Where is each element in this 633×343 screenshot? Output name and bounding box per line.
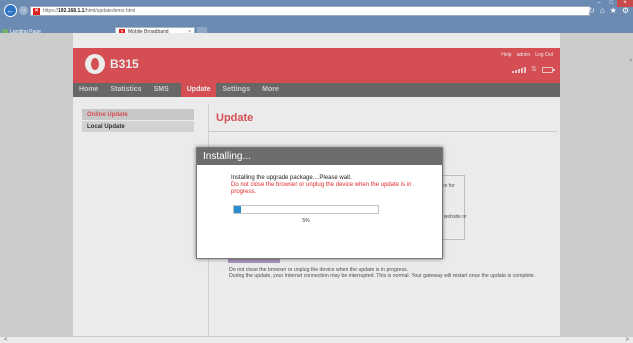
toolbar-icons: ⌕ ↻ ⌂ ★ ⚙ <box>579 6 629 16</box>
scroll-up-arrow[interactable]: ▴ <box>629 57 632 63</box>
address-url: https://192.168.1.1/html/updatedemo.html <box>43 8 135 14</box>
url-host: 192.168.1.1 <box>58 8 85 14</box>
progress-percent: 5% <box>302 218 310 224</box>
refresh-icon[interactable]: ↻ <box>588 6 595 16</box>
scroll-right-arrow[interactable]: > <box>625 337 629 343</box>
forward-button[interactable]: → <box>19 6 28 15</box>
scroll-left-arrow[interactable]: < <box>4 337 8 343</box>
address-bar[interactable]: × https://192.168.1.1/html/updatedemo.ht… <box>30 6 590 16</box>
dialog-warning: Do not close the browser or unplug the d… <box>231 182 412 195</box>
progress-fill <box>234 206 242 213</box>
url-path: /html/updatedemo.html <box>84 8 136 14</box>
dialog-title: Installing... <box>197 148 442 165</box>
settings-gear-icon[interactable]: ⚙ <box>622 6 629 16</box>
navigation-row: ← → × https://192.168.1.1/html/updatedem… <box>0 3 633 17</box>
tab-row: Landing Page × Mobile Broadband × <box>0 19 633 35</box>
install-progress-bar <box>233 205 379 214</box>
certificate-error-icon[interactable]: × <box>33 8 40 15</box>
favorites-star-icon[interactable]: ★ <box>610 6 617 16</box>
installing-dialog: Installing... Installing the upgrade pac… <box>196 147 443 259</box>
search-icon[interactable]: ⌕ <box>579 6 583 16</box>
home-icon[interactable]: ⌂ <box>600 6 605 16</box>
horizontal-scrollbar[interactable]: < > <box>0 336 633 343</box>
url-scheme: https:// <box>43 8 59 14</box>
dialog-message: Installing the upgrade package....Please… <box>231 175 352 181</box>
back-button[interactable]: ← <box>4 4 17 17</box>
